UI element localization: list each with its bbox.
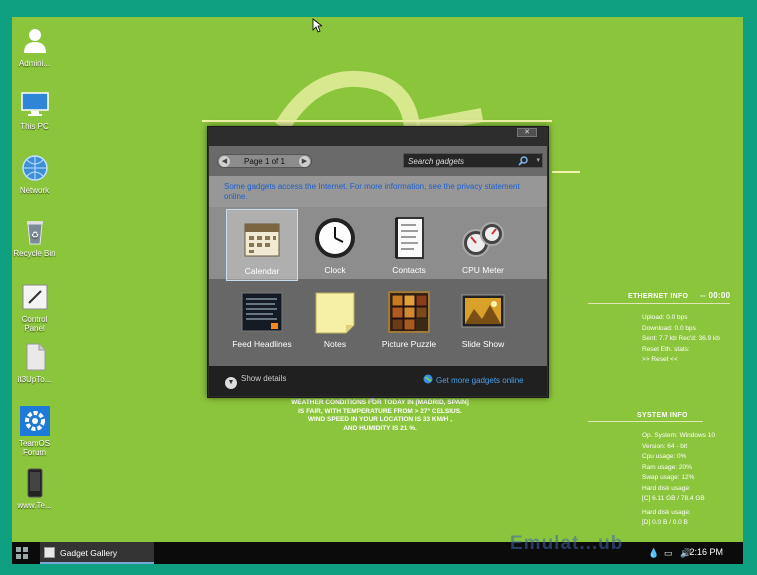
- desktop-icon-file[interactable]: it3UpTo...: [12, 341, 57, 384]
- ethernet-time: -- 00:00: [700, 291, 731, 300]
- gadget-slide-show[interactable]: Slide Show: [447, 283, 519, 355]
- note-icon: [315, 292, 355, 334]
- network-tray-icon[interactable]: ▭: [664, 548, 673, 559]
- water-drop-icon[interactable]: 💧: [648, 548, 659, 559]
- svg-text:♻: ♻: [30, 230, 38, 240]
- desktop-icon-label: it3UpTo...: [17, 375, 52, 384]
- network-icon: [21, 155, 48, 181]
- desktop-icon-admin[interactable]: Admini...: [12, 25, 57, 68]
- desktop-icon-label: Recycle Bin: [13, 249, 56, 258]
- globe-icon: [423, 374, 433, 384]
- gadget-feed-headlines[interactable]: Feed Headlines: [226, 283, 298, 355]
- taskbar: Gadget Gallery 💧 ▭ 🔊 2:16 PM: [12, 542, 743, 564]
- gadget-label: Slide Show: [461, 339, 505, 349]
- gauge-icon: [462, 222, 504, 257]
- page-navigator: ◀ Page 1 of 1 ▶: [217, 154, 312, 168]
- info-band: Some gadgets access the Internet. For mo…: [209, 176, 547, 207]
- watermark-logo: Emulat...ub: [510, 533, 624, 554]
- desktop-icon-recycle-bin[interactable]: ♻ Recycle Bin: [12, 215, 57, 258]
- puzzle-icon: [388, 291, 430, 333]
- desktop-icon-label: This PC: [20, 122, 49, 131]
- gadget-grid: Calendar Clock Contacts CPU Meter Feed H…: [209, 207, 547, 367]
- desktop-icon-network[interactable]: Network: [12, 152, 57, 195]
- system-divider: [588, 421, 703, 422]
- contacts-icon: [395, 217, 424, 259]
- ethernet-title: ETHERNET INFO: [628, 293, 689, 300]
- desktop-icon-this-pc[interactable]: This PC: [12, 88, 57, 131]
- gadget-gallery-window: ✕ ◀ Page 1 of 1 ▶ Search gadgets ▾ Some …: [207, 126, 549, 398]
- search-input[interactable]: Search gadgets ▾: [403, 153, 543, 168]
- next-page-button[interactable]: ▶: [299, 156, 310, 167]
- desktop-icon-label: Admini...: [18, 59, 51, 68]
- gadget-contacts[interactable]: Contacts: [373, 209, 445, 281]
- clock-icon: [315, 218, 355, 258]
- gadget-label: Notes: [323, 339, 347, 349]
- gallery-footer: ▼ Show details Get more gadgets online: [209, 366, 547, 396]
- show-details-button[interactable]: ▼ Show details: [225, 374, 286, 389]
- taskbar-item-gadget-gallery[interactable]: Gadget Gallery: [40, 542, 154, 564]
- gadget-label: Picture Puzzle: [381, 339, 437, 349]
- desktop-icon-control-panel[interactable]: Control Panel: [12, 281, 57, 333]
- gadget-label: Contacts: [392, 265, 426, 275]
- page-label: Page 1 of 1: [244, 157, 285, 166]
- control-panel-icon: [22, 284, 47, 310]
- slideshow-icon: [461, 294, 505, 328]
- desktop-icon-label: Control Panel: [21, 315, 48, 333]
- desktop-icon-www[interactable]: www.Te...: [12, 467, 57, 510]
- gear-icon: [19, 406, 50, 436]
- search-placeholder: Search gadgets: [408, 157, 465, 166]
- chevron-down-icon: ▼: [225, 377, 237, 389]
- get-more-gadgets-link[interactable]: Get more gadgets online: [423, 374, 524, 385]
- desktop-icon-label: www.Te...: [17, 501, 52, 510]
- mouse-cursor-icon: [312, 18, 322, 33]
- user-icon: [23, 29, 46, 53]
- gadget-picture-puzzle[interactable]: Picture Puzzle: [373, 283, 445, 355]
- feed-icon: [241, 292, 283, 332]
- gadget-gallery-icon: [44, 547, 55, 558]
- desktop-icon-label: Network: [19, 186, 50, 195]
- gadget-clock[interactable]: Clock: [299, 209, 371, 281]
- reset-eth-link[interactable]: >> Reset <<: [642, 355, 720, 366]
- gadget-label: Feed Headlines: [232, 339, 292, 349]
- gadget-notes[interactable]: Notes: [299, 283, 371, 355]
- close-button[interactable]: ✕: [517, 128, 537, 137]
- gadget-calendar[interactable]: Calendar: [226, 209, 298, 281]
- gadget-label: CPU Meter: [461, 265, 505, 275]
- chevron-down-icon[interactable]: ▾: [536, 156, 540, 164]
- calendar-icon: [244, 223, 280, 257]
- system-title: SYSTEM INFO: [637, 412, 688, 419]
- document-icon: [26, 343, 45, 371]
- ethernet-info: Upload: 0.0 bps Download: 0.0 bps Sent: …: [642, 313, 720, 366]
- desktop-icon-label: TeamOS Forum: [18, 439, 51, 457]
- privacy-info-link[interactable]: Some gadgets access the Internet. For mo…: [224, 182, 524, 202]
- start-button[interactable]: [16, 547, 28, 559]
- monitor-icon: [20, 92, 49, 116]
- gadget-label: Calendar: [244, 266, 280, 276]
- weather-text: WEATHER CONDITIONS FOR TODAY IN [MADRID,…: [291, 399, 469, 432]
- phone-icon: [27, 468, 42, 498]
- recycle-bin-icon: ♻: [26, 221, 43, 245]
- search-icon[interactable]: [518, 156, 528, 166]
- ethernet-divider: [588, 303, 730, 304]
- desktop-icon-teamos[interactable]: TeamOS Forum: [12, 405, 57, 457]
- gallery-toolbar: ◀ Page 1 of 1 ▶ Search gadgets ▾: [209, 146, 547, 176]
- gadget-label: Clock: [324, 265, 346, 275]
- desktop: Admini... This PC Network ♻ Recycle Bin …: [12, 17, 743, 564]
- gadget-cpu-meter[interactable]: CPU Meter: [447, 209, 519, 281]
- taskbar-clock[interactable]: 2:16 PM: [689, 547, 723, 557]
- system-info: Op. System: Windows 10 Version: 64 - bit…: [642, 432, 715, 526]
